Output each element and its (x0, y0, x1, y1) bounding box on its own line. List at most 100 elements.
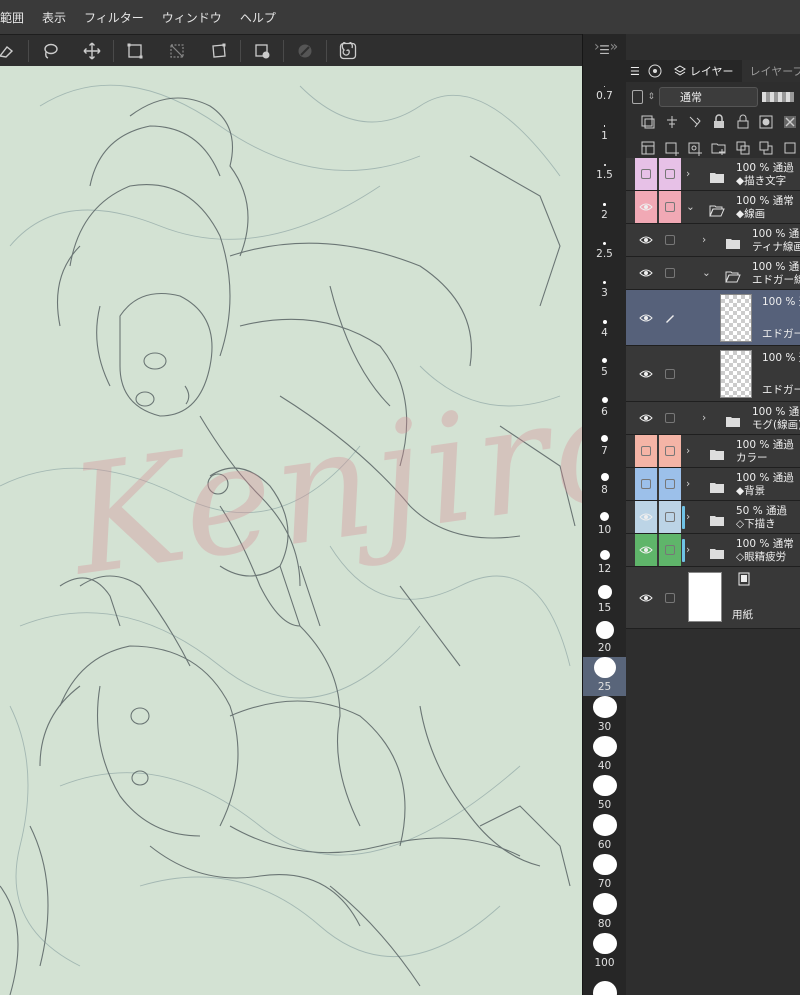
merge-visible-icon[interactable] (780, 138, 800, 158)
deselect-icon[interactable] (164, 39, 190, 63)
chevron-down-icon[interactable]: ⌄ (686, 201, 695, 214)
merge-down-icon[interactable] (757, 138, 777, 158)
visibility-toggle[interactable] (635, 158, 657, 190)
layer-row[interactable]: ⌄ 100 % 通常 ◆線画 (626, 191, 800, 224)
lock-transparency-icon[interactable] (733, 112, 753, 132)
layer-color-box[interactable] (659, 534, 681, 566)
drawing-canvas[interactable]: Kenjiro (0, 66, 582, 995)
brush-size-item[interactable]: 30 (583, 696, 626, 735)
blend-mode-select[interactable]: 通常 (659, 87, 759, 107)
brush-size-item[interactable] (583, 972, 626, 995)
double-chevron-right-icon[interactable]: » (610, 39, 619, 55)
brush-size-item[interactable]: 8 (583, 460, 626, 499)
draft-layer-icon[interactable] (685, 112, 705, 132)
tab-layer-property[interactable]: レイヤープ (741, 60, 800, 82)
eraser-icon[interactable] (0, 39, 20, 63)
visibility-toggle[interactable] (635, 468, 657, 500)
lasso-icon[interactable] (37, 39, 63, 63)
layer-clip-icon[interactable] (638, 112, 658, 132)
menu-filter[interactable]: フィルター (75, 9, 153, 26)
visibility-toggle[interactable] (635, 534, 657, 566)
layer-row[interactable]: › 100 % 通過 カラー (626, 435, 800, 468)
visibility-toggle[interactable] (635, 435, 657, 467)
visibility-toggle[interactable] (635, 501, 657, 533)
new-raster-layer-icon[interactable] (662, 138, 682, 158)
brush-size-item[interactable]: 100 (583, 932, 626, 972)
lock-checkbox[interactable] (632, 90, 644, 104)
menu-selection[interactable]: 範囲 (0, 9, 33, 26)
chevron-down-icon[interactable]: ⌄ (702, 267, 711, 280)
brush-size-item[interactable]: 1.5 (583, 145, 626, 184)
layer-color-box[interactable] (659, 257, 681, 289)
close-icon[interactable] (780, 112, 800, 132)
brush-size-item[interactable]: 60 (583, 814, 626, 853)
menu-window[interactable]: ウィンドウ (153, 9, 231, 26)
visibility-toggle[interactable] (635, 346, 657, 401)
transform-icon[interactable] (206, 39, 232, 63)
brush-size-item[interactable]: 6 (583, 381, 626, 420)
visibility-toggle[interactable] (635, 567, 657, 628)
visibility-toggle[interactable] (635, 290, 657, 345)
move-icon[interactable] (79, 39, 105, 63)
brush-size-item[interactable]: 7 (583, 421, 626, 460)
layer-row[interactable]: › 50 % 通過 ◇下描き (626, 501, 800, 534)
brush-size-item[interactable]: 15 (583, 578, 626, 617)
opacity-slider[interactable] (762, 92, 794, 102)
brush-size-item[interactable]: 50 (583, 775, 626, 814)
select-transform-icon[interactable] (122, 39, 148, 63)
clear-icon[interactable] (292, 39, 318, 63)
brush-size-item[interactable]: 4 (583, 302, 626, 341)
brush-size-item[interactable]: 0.7 (583, 66, 626, 105)
layer-color-box[interactable] (659, 468, 681, 500)
brush-size-item[interactable]: 25 (583, 656, 626, 697)
brush-size-item[interactable]: 2.5 (583, 224, 626, 263)
layer-row[interactable]: › 100 % 通常ティナ線画 (626, 224, 800, 257)
layer-row[interactable]: ⌄ 100 % 通常エドガー線 (626, 257, 800, 290)
layer-row[interactable]: › 100 % 通過 ◆描き文字 (626, 158, 800, 191)
brush-size-item[interactable]: 40 (583, 735, 626, 775)
copy-layer-icon[interactable] (733, 138, 753, 158)
tab-layer[interactable]: レイヤー (666, 60, 742, 82)
new-folder-icon[interactable] (709, 138, 729, 158)
visibility-toggle[interactable] (635, 402, 657, 434)
chevron-right-icon[interactable]: › (686, 168, 690, 181)
layer-list-icon[interactable] (638, 138, 658, 158)
spiral-icon[interactable] (335, 39, 361, 63)
brush-size-item[interactable]: 5 (583, 342, 626, 381)
tab-menu[interactable]: ☰ (626, 60, 644, 82)
lock-icon[interactable] (709, 112, 729, 132)
visibility-toggle[interactable] (635, 191, 657, 223)
chevron-right-icon[interactable]: › (702, 234, 706, 247)
layer-color-box[interactable] (659, 346, 681, 401)
chevron-right-icon[interactable]: › (686, 544, 690, 557)
tab-icon[interactable] (644, 60, 666, 82)
layer-color-box[interactable] (659, 224, 681, 256)
layer-color-box[interactable] (659, 290, 681, 345)
new-vector-layer-icon[interactable] (685, 138, 705, 158)
visibility-toggle[interactable] (635, 224, 657, 256)
chevron-right-icon[interactable]: › (702, 412, 706, 425)
layer-color-box[interactable] (659, 435, 681, 467)
brush-size-item[interactable]: 3 (583, 263, 626, 302)
layer-color-box[interactable] (659, 567, 681, 628)
menu-view[interactable]: 表示 (33, 9, 75, 26)
menu-icon[interactable]: ☰ (599, 43, 610, 57)
brush-size-item[interactable]: 10 (583, 499, 626, 538)
brush-size-item[interactable]: 1 (583, 105, 626, 144)
layer-row[interactable]: › 100 % 通過 ◆背景 (626, 468, 800, 501)
visibility-toggle[interactable] (635, 257, 657, 289)
reference-icon[interactable] (662, 112, 682, 132)
layer-color-box[interactable] (659, 158, 681, 190)
chevron-right-icon[interactable]: › (686, 445, 690, 458)
layer-color-box[interactable] (659, 501, 681, 533)
chevron-right-icon[interactable]: › (686, 511, 690, 524)
layer-row[interactable]: 100 % 通エドガー (626, 346, 800, 402)
layer-row[interactable]: 100 % 通エドガー (626, 290, 800, 346)
brush-size-item[interactable]: 20 (583, 617, 626, 656)
menu-help[interactable]: ヘルプ (231, 9, 285, 26)
updown-icon[interactable]: ⇕ (647, 92, 655, 102)
brush-size-item[interactable]: 80 (583, 893, 626, 932)
brush-size-item[interactable]: 70 (583, 853, 626, 893)
layer-color-box[interactable] (659, 191, 681, 223)
layer-row[interactable]: › 100 % 通常 ◇眼精疲労 (626, 534, 800, 567)
